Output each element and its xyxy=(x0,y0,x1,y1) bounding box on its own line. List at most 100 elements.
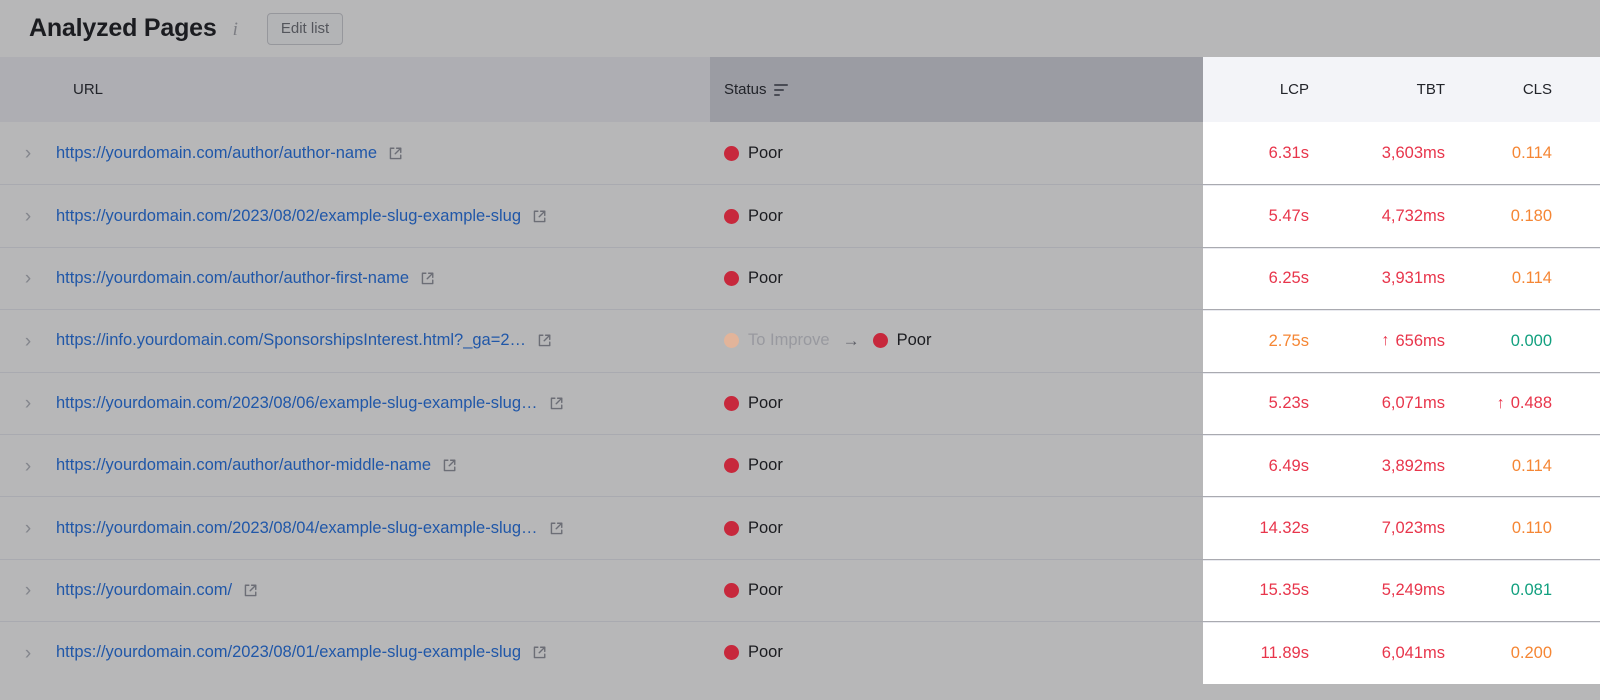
url-cell-content: https://yourdomain.com/author/author-fir… xyxy=(56,269,435,288)
url-link[interactable]: https://yourdomain.com/2023/08/01/exampl… xyxy=(56,643,521,662)
chevron-right-icon[interactable]: › xyxy=(0,266,56,290)
metric-tbt-value: 3,892ms xyxy=(1381,456,1445,475)
metric-tbt-value: 5,249ms xyxy=(1381,581,1445,600)
panel-header: Analyzed Pages i Edit list xyxy=(0,0,1600,57)
metric-lcp: 6.31s xyxy=(1203,144,1309,163)
metric-tbt: 6,041ms xyxy=(1309,644,1445,663)
status-label: Poor xyxy=(748,643,783,662)
url-link[interactable]: https://yourdomain.com/2023/08/04/exampl… xyxy=(56,519,538,538)
edit-list-button[interactable]: Edit list xyxy=(266,12,344,45)
metric-tbt-value: 4,732ms xyxy=(1381,207,1445,226)
chevron-right-icon[interactable]: › xyxy=(0,641,56,665)
url-link[interactable]: https://yourdomain.com/2023/08/02/exampl… xyxy=(56,207,521,226)
table-row[interactable]: › https://yourdomain.com/Poor 15.35s 5,249m… xyxy=(0,558,1600,622)
url-link[interactable]: https://yourdomain.com/2023/08/06/exampl… xyxy=(56,394,538,413)
table-row[interactable]: › https://yourdomain.com/2023/08/06/examp… xyxy=(0,371,1600,434)
cell-status: Poor xyxy=(710,435,1203,496)
chevron-right-icon[interactable]: › xyxy=(0,454,56,478)
metric-lcp: 15.35s xyxy=(1203,581,1309,600)
status-label-previous: To Improve xyxy=(748,331,830,350)
metric-tbt: 3,931ms xyxy=(1309,269,1445,288)
status-label: Poor xyxy=(748,268,783,287)
cell-url: › https://yourdomain.com/2023/08/04/examp… xyxy=(0,497,710,558)
metric-cls: ↑ 0.488 xyxy=(1445,394,1576,413)
metric-cls: 0.180 xyxy=(1445,207,1576,226)
cell-metrics: 11.89s 6,041ms 0.200 xyxy=(1203,622,1600,684)
metric-cls-value: 0.114 xyxy=(1511,143,1552,162)
chevron-right-icon[interactable]: › xyxy=(0,329,56,353)
external-link-icon[interactable] xyxy=(420,271,435,286)
external-link-icon[interactable] xyxy=(388,146,403,161)
metric-tbt: 4,732ms xyxy=(1309,207,1445,226)
external-link-icon[interactable] xyxy=(549,396,564,411)
table-row[interactable]: › https://yourdomain.com/2023/08/01/examp… xyxy=(0,621,1600,684)
metric-lcp: 6.49s xyxy=(1203,457,1309,476)
column-header-lcp[interactable]: LCP xyxy=(1203,81,1309,98)
column-header-status[interactable]: Status xyxy=(710,57,1203,122)
url-link[interactable]: https://yourdomain.com/author/author-mid… xyxy=(56,456,431,475)
metric-cls-value: 0.114 xyxy=(1511,269,1552,288)
metric-cls-value: 0.200 xyxy=(1510,643,1552,662)
page-title: Analyzed Pages xyxy=(29,14,217,42)
metric-tbt-value: 3,931ms xyxy=(1381,269,1445,288)
metric-lcp: 14.32s xyxy=(1203,519,1309,538)
external-link-icon[interactable] xyxy=(532,645,547,660)
url-link[interactable]: https://yourdomain.com/ xyxy=(56,581,232,600)
url-link[interactable]: https://yourdomain.com/author/author-fir… xyxy=(56,269,409,288)
column-header-tbt[interactable]: TBT xyxy=(1309,81,1445,98)
url-cell-content: https://yourdomain.com/author/author-nam… xyxy=(56,144,403,163)
cell-metrics: 14.32s 7,023ms 0.110 xyxy=(1203,497,1600,559)
chevron-right-icon[interactable]: › xyxy=(0,516,56,540)
external-link-icon[interactable] xyxy=(442,458,457,473)
cell-metrics: 2.75s ↑ 656ms 0.000 xyxy=(1203,310,1600,372)
column-header-status-label: Status xyxy=(724,81,767,98)
cell-status: Poor xyxy=(710,560,1203,621)
column-header-cls[interactable]: CLS xyxy=(1445,81,1576,98)
status-dot xyxy=(724,520,739,536)
status-dot xyxy=(724,145,739,161)
analyzed-pages-panel: Analyzed Pages i Edit list URL Status LC… xyxy=(0,0,1600,700)
cell-metrics: 6.31s 3,603ms 0.114 xyxy=(1203,122,1600,185)
filter-icon[interactable] xyxy=(773,83,788,97)
table-row[interactable]: › https://yourdomain.com/author/author-fi… xyxy=(0,246,1600,310)
cell-metrics: 5.47s 4,732ms 0.180 xyxy=(1203,185,1600,247)
metric-lcp: 6.25s xyxy=(1203,269,1309,288)
external-link-icon[interactable] xyxy=(537,333,552,348)
metric-tbt-value: 6,071ms xyxy=(1381,394,1445,413)
status-dot xyxy=(724,458,739,474)
cell-status: To Improve → Poor xyxy=(710,310,1203,371)
table-row[interactable]: › https://yourdomain.com/author/author-na… xyxy=(0,122,1600,185)
status-dot xyxy=(724,270,739,286)
url-link[interactable]: https://yourdomain.com/author/author-nam… xyxy=(56,144,377,163)
chevron-right-icon[interactable]: › xyxy=(0,578,56,602)
table-row[interactable]: › https://yourdomain.com/author/author-mi… xyxy=(0,433,1600,497)
cell-metrics: 15.35s 5,249ms 0.081 xyxy=(1203,559,1600,622)
metric-tbt: 3,892ms xyxy=(1309,457,1445,476)
url-link[interactable]: https://info.yourdomain.com/Sponsorships… xyxy=(56,331,526,350)
table-row[interactable]: › https://yourdomain.com/2023/08/02/examp… xyxy=(0,184,1600,247)
arrow-up-icon: ↑ xyxy=(1381,332,1390,350)
table-row[interactable]: › https://yourdomain.com/2023/08/04/examp… xyxy=(0,496,1600,559)
chevron-right-icon[interactable]: › xyxy=(0,141,56,165)
table-header-row: URL Status LCP TBT CLS xyxy=(0,57,1600,122)
metric-tbt: 3,603ms xyxy=(1309,144,1445,163)
metric-cls-value: 0.000 xyxy=(1510,331,1552,350)
external-link-icon[interactable] xyxy=(243,583,258,598)
metric-cls: 0.114 xyxy=(1445,144,1576,163)
cell-url: › https://yourdomain.com/author/author-fi… xyxy=(0,248,710,309)
status-label: Poor xyxy=(896,331,932,350)
external-link-icon[interactable] xyxy=(532,209,547,224)
external-link-icon[interactable] xyxy=(549,521,564,536)
url-cell-content: https://yourdomain.com/2023/08/02/exampl… xyxy=(56,207,547,226)
column-header-url[interactable]: URL xyxy=(0,57,710,122)
metric-tbt-value: 656ms xyxy=(1395,331,1445,350)
metrics-header-group: LCP TBT CLS xyxy=(1203,57,1600,122)
cell-url: › https://yourdomain.com/2023/08/06/examp… xyxy=(0,373,710,434)
column-header-url-label: URL xyxy=(73,81,104,98)
info-icon[interactable]: i xyxy=(233,19,238,41)
table-row[interactable]: › https://info.yourdomain.com/Sponsorship… xyxy=(0,309,1600,372)
chevron-right-icon[interactable]: › xyxy=(0,204,56,228)
cell-status: Poor xyxy=(710,185,1203,246)
cell-metrics: 5.23s 6,071ms ↑ 0.488 xyxy=(1203,372,1600,434)
chevron-right-icon[interactable]: › xyxy=(0,391,56,415)
